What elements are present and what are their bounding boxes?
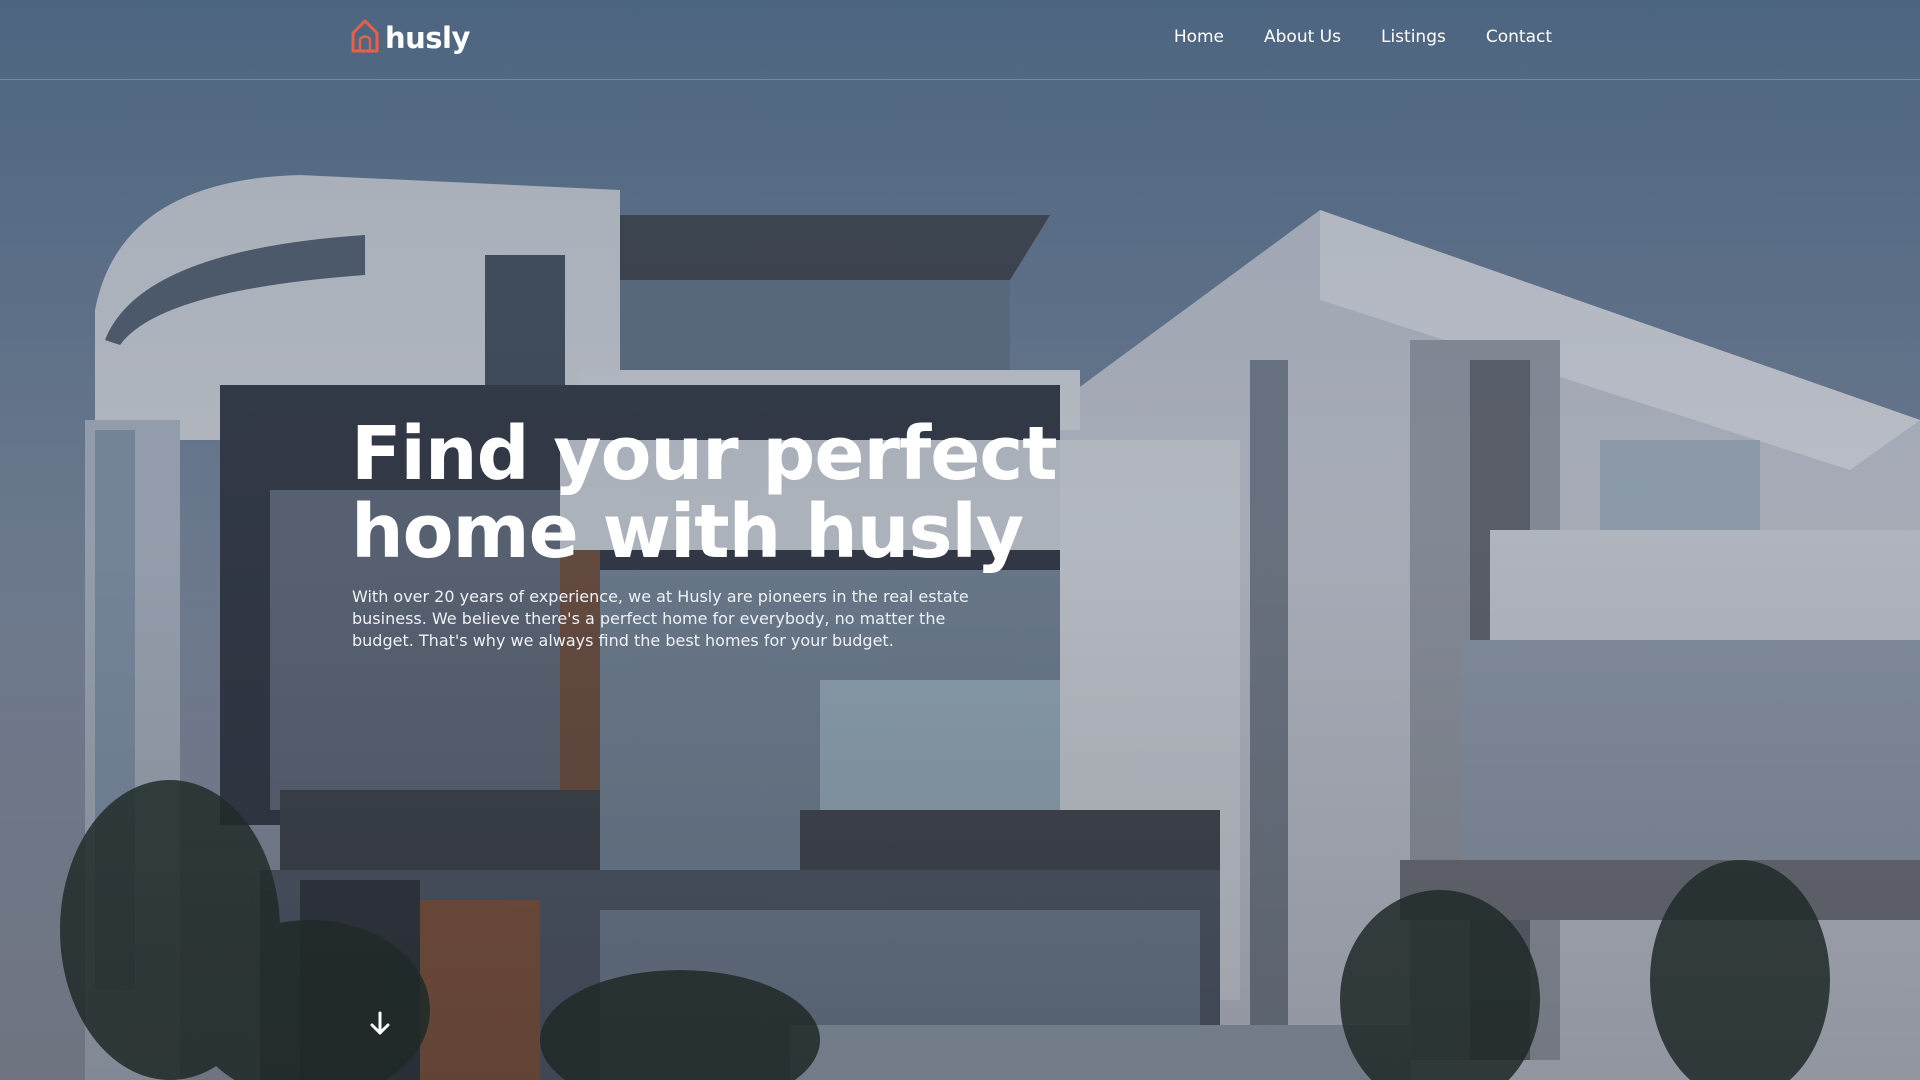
house-outline-icon bbox=[351, 19, 379, 58]
nav-item-contact[interactable]: Contact bbox=[1486, 27, 1552, 47]
navbar: husly Home About Us Listings Contact bbox=[0, 0, 1920, 80]
nav-item-about-us[interactable]: About Us bbox=[1264, 27, 1341, 47]
hero-section: husly Home About Us Listings Contact Fin… bbox=[0, 0, 1920, 1080]
brand-logo[interactable]: husly bbox=[351, 18, 470, 58]
nav-item-home[interactable]: Home bbox=[1174, 27, 1224, 47]
arrow-down-icon bbox=[364, 1011, 396, 1044]
nav-item-listings[interactable]: Listings bbox=[1381, 27, 1446, 47]
brand-name: husly bbox=[385, 21, 470, 55]
hero-description: With over 20 years of experience, we at … bbox=[352, 587, 969, 650]
main-nav: Home About Us Listings Contact bbox=[1174, 27, 1552, 47]
hero-headline: Find your perfect home with husly bbox=[351, 411, 1058, 575]
scroll-down-button[interactable] bbox=[364, 1008, 396, 1040]
